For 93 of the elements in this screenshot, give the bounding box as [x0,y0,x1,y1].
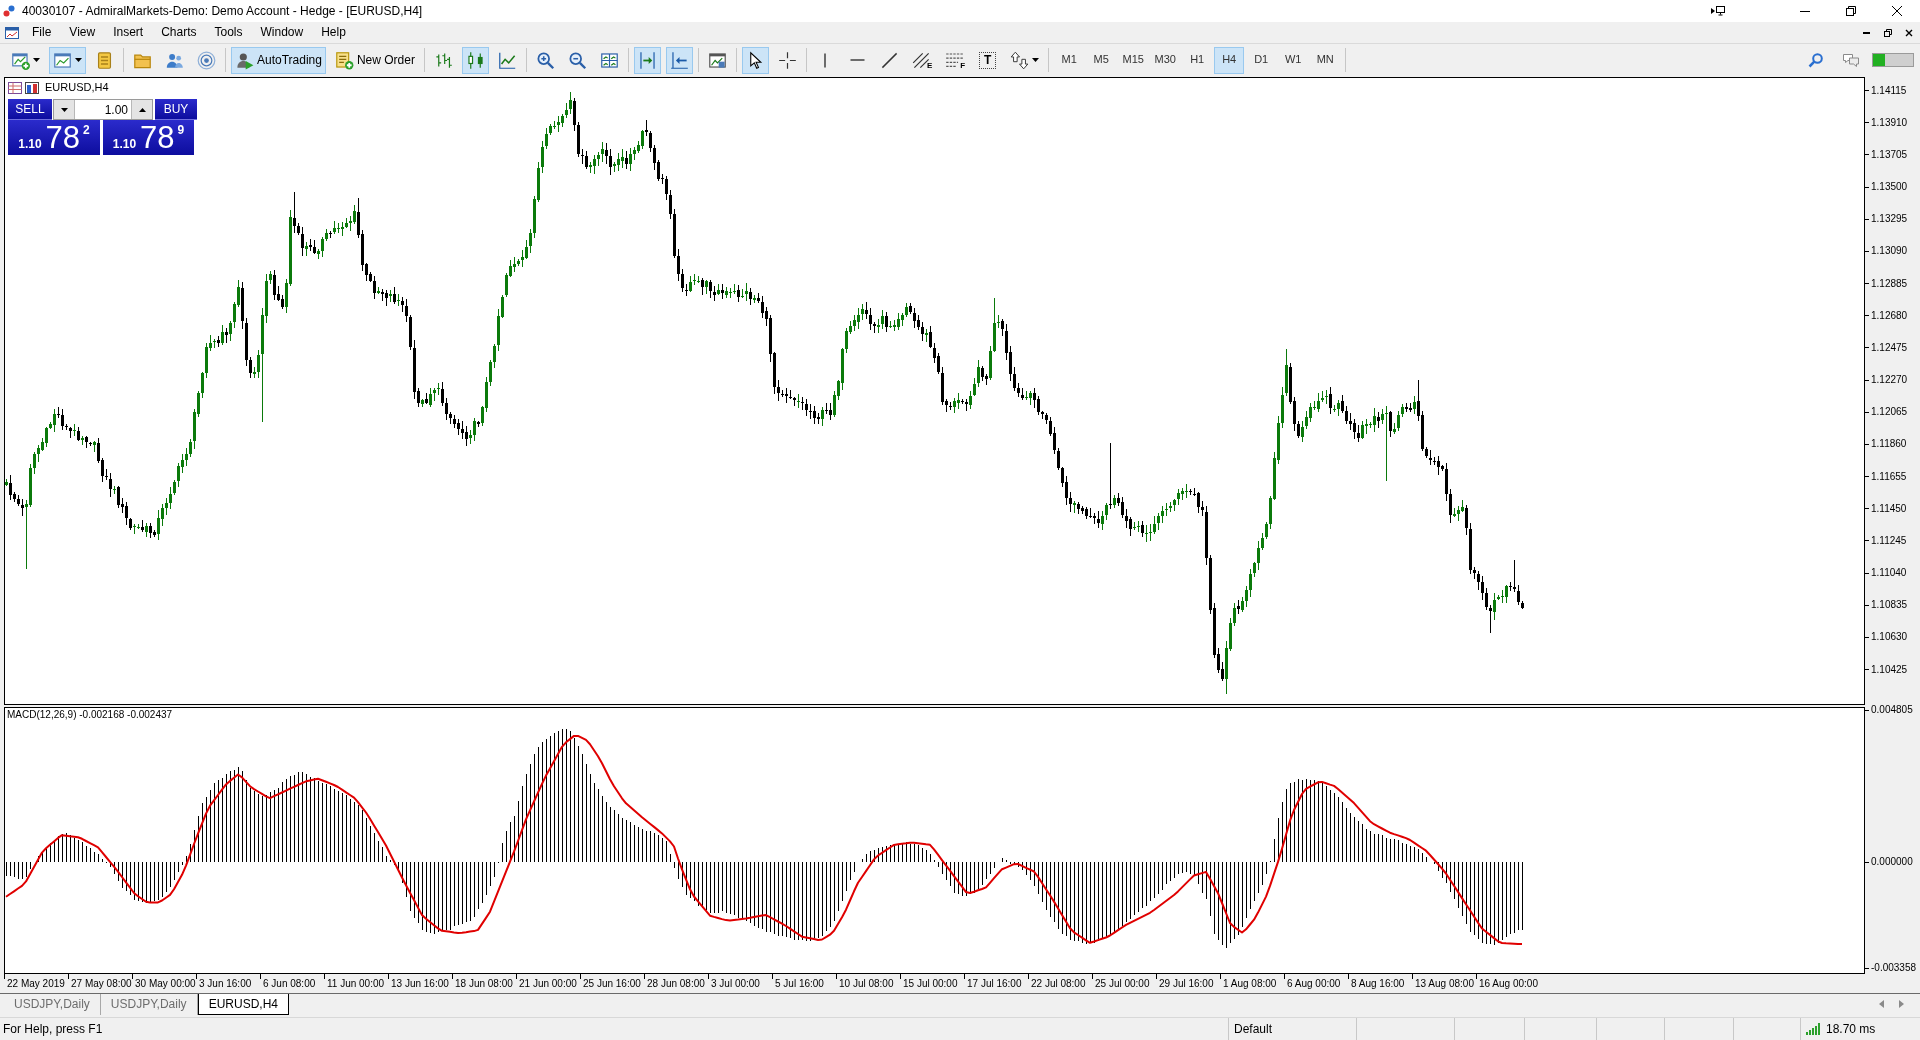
person-play-icon [235,50,254,70]
close-icon [1904,28,1913,37]
signal-rings-icon [197,50,216,70]
auto-trading-button[interactable]: AutoTrading [231,46,326,74]
sell-button[interactable]: SELL [8,99,52,120]
monitor-icon[interactable] [1710,5,1726,17]
chart-title: EURUSD,H4 [45,81,109,95]
channel-lines-icon [911,50,931,70]
search-icon [1807,52,1824,68]
chart-tab[interactable]: EURUSD,H4 [197,994,289,1015]
price-label: 1.11655 [1865,470,1907,483]
chart-tab[interactable]: USDJPY,Daily [100,994,198,1015]
timeframe-button[interactable]: W1 [1278,46,1309,74]
price-label: 1.11450 [1865,502,1907,515]
price-label: 1.10425 [1865,663,1908,676]
chart-tab[interactable]: USDJPY,Daily [4,994,101,1015]
timeframe-button[interactable]: M5 [1086,46,1117,74]
horizontal-line-icon [849,59,865,61]
fibonacci-button[interactable]: F [941,46,970,74]
menu-item[interactable]: Help [312,23,355,42]
price-label: 1.12680 [1865,309,1908,322]
cursor-button[interactable] [741,46,769,74]
vertical-line-icon [824,52,827,68]
menu-item[interactable]: Charts [152,23,206,42]
ping-text: 18.70 ms [1826,1021,1876,1037]
decrease-button[interactable] [54,100,74,119]
chart-plus-icon [11,50,30,70]
crosshair-icon [777,50,797,70]
indicator-axis-label: 0.004805 [1865,704,1913,716]
channel-button[interactable]: E [907,46,937,74]
document-plus-icon [334,50,354,70]
price-label: 1.13705 [1865,148,1908,161]
minimize-icon [1863,31,1870,34]
candlestick-icon [465,50,485,70]
timeframe-button[interactable]: M15 [1118,46,1149,74]
caret-down-icon [60,107,68,112]
indicator-axis-label: 0.000000 [1865,856,1913,868]
signal-bars-icon [1806,1023,1821,1035]
menu-item[interactable]: Tools [205,23,252,42]
window-title: 40030107 - AdmiralMarkets-Demo: Demo Account - Hedge - [EURUSD,H4] [22,3,423,19]
auto-scroll-icon [669,50,689,70]
profile-name: Default [1234,1021,1273,1037]
restore-icon [1883,28,1892,37]
timeframe-button[interactable]: D1 [1246,46,1277,74]
zoom-out-icon [567,50,587,70]
chat-bubbles-icon [1841,52,1860,68]
level-lines-icon [945,50,965,70]
ledger-icon [95,50,114,70]
app-logo-icon [3,5,15,17]
trend-line-icon [879,50,899,70]
profiles-button[interactable] [49,46,86,74]
chart-shift-icon [637,50,657,70]
price-label: 1.12885 [1865,277,1908,290]
timeframe-button[interactable]: M1 [1054,46,1085,74]
chart-window-icon [53,50,72,70]
chart-shift-button[interactable] [633,46,661,74]
line-chart-icon [497,50,517,70]
candlestick-button[interactable] [461,46,489,74]
indicator-label: MACD(12,26,9) -0.002168 -0.002437 [7,709,173,721]
close-icon [1892,6,1902,16]
text-tool-button[interactable]: T [974,46,1002,74]
increase-button[interactable] [132,100,152,119]
timeframe-button[interactable]: H1 [1182,46,1213,74]
restore-icon [1846,6,1856,16]
auto-scroll-button[interactable] [665,46,693,74]
template-icon [707,50,727,70]
timeframe-button[interactable]: M30 [1150,46,1181,74]
new-order-button[interactable]: New Order [330,46,419,74]
minimize-icon [1800,10,1810,12]
status-text: For Help, press F1 [3,1021,103,1037]
price-label: 1.13910 [1865,116,1908,129]
caret-up-icon [138,107,146,112]
timeframe-button[interactable]: H4 [1214,46,1245,74]
chart-window-icon[interactable] [4,24,20,41]
lot-size-field[interactable]: 1.00 [74,100,132,119]
ohlc-bars-icon [433,50,453,70]
grid-icon [8,81,22,94]
menu-item[interactable]: Window [251,23,313,42]
tile-windows-icon [599,50,619,70]
zoom-in-icon [535,50,555,70]
scroll-right-icon [1898,1000,1904,1008]
indicator-axis-label: -0.003358 [1865,962,1917,974]
price-label: 1.11245 [1865,534,1907,547]
buy-button[interactable]: BUY [155,99,197,120]
timeframe-button[interactable]: MN [1310,46,1341,74]
color-bars-icon [25,81,39,94]
price-label: 1.14115 [1865,84,1907,97]
price-label: 1.12475 [1865,341,1908,354]
menu-item[interactable]: Insert [104,23,153,42]
menu-item[interactable]: View [60,23,105,42]
scroll-left-icon [1878,1000,1884,1008]
menu-item[interactable]: File [23,23,61,42]
arrow-marks-icon [1010,50,1030,70]
